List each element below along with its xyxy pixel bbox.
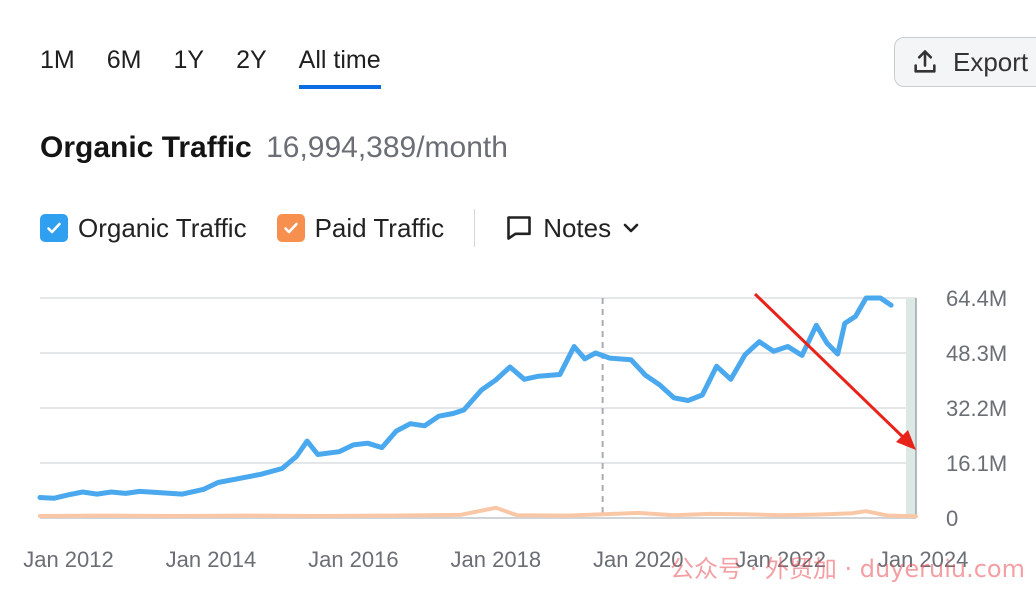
legend-paid-label: Paid Traffic [314,212,445,243]
x-tick-label: Jan 2016 [308,547,399,572]
y-tick-label: 64.4M [946,286,1007,311]
tab-1m[interactable]: 1M [40,46,75,89]
x-tick-label: Jan 2018 [451,547,542,572]
export-button[interactable]: Export [894,37,1036,87]
paid-traffic-line [38,505,918,519]
organic-traffic-chart: 0 16.1M 32.2M 48.3M 64.4M Jan 2012 Jan 2014 Jan… [23,286,1025,583]
y-tick-label: 32.2M [946,396,1007,421]
x-tick-label: Jan 2012 [23,547,114,572]
metric-value: 16,994,389/month [266,131,508,164]
tab-all-time[interactable]: All time [298,46,381,89]
y-tick-label: 48.3M [946,341,1007,366]
tab-2y[interactable]: 2Y [236,46,267,89]
comment-icon [507,216,531,240]
y-tick-label: 16.1M [946,451,1007,476]
notes-dropdown[interactable]: Notes [505,213,641,244]
tab-6m[interactable]: 6M [107,46,142,89]
watermark: 公众号 · 外贸加 · duyeruiu.com [670,555,1025,583]
legend-organic-label: Organic Traffic [78,212,247,243]
current-period-band [906,298,916,518]
legend-organic-traffic[interactable]: Organic Traffic [40,213,247,244]
x-tick-label: Jan 2014 [166,547,257,572]
headline: Organic Traffic 16,994,389/month [40,131,508,165]
chevron-down-icon [623,223,639,233]
trend-arrow-shaft [753,292,908,442]
checkbox-checked-icon[interactable] [276,214,305,242]
legend-paid-traffic[interactable]: Paid Traffic [276,212,445,244]
checkbox-checked-icon[interactable] [40,214,68,242]
tab-1y[interactable]: 1Y [173,46,204,89]
y-tick-label: 0 [946,506,958,531]
notes-label: Notes [543,212,612,243]
legend-divider [474,209,476,247]
export-label: Export [953,46,1029,77]
metric-title: Organic Traffic [40,131,252,164]
time-range-tabs: 1M 6M 1Y 2Y All time [40,46,381,89]
organic-traffic-line [37,295,894,501]
upload-icon [914,50,936,73]
legend: Organic Traffic Paid Traffic Notes [40,209,641,247]
